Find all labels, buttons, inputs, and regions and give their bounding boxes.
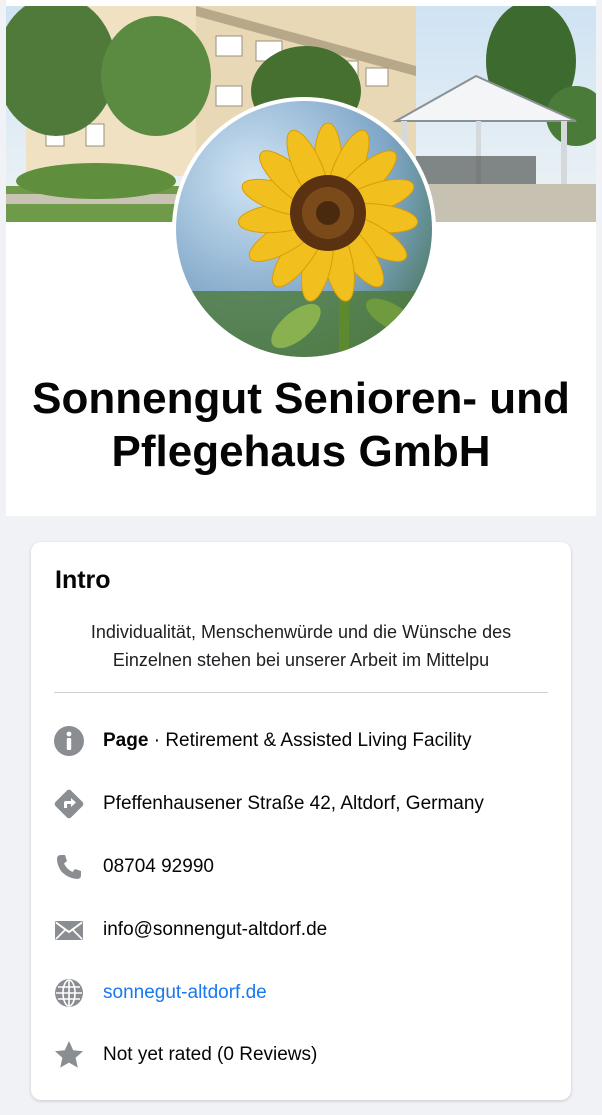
intro-item-phone[interactable]: 08704 92990	[53, 847, 553, 887]
envelope-icon	[53, 914, 85, 946]
phone-text: 08704 92990	[103, 856, 214, 877]
profile-picture[interactable]	[176, 101, 432, 357]
globe-icon	[53, 977, 85, 1009]
intro-item-email[interactable]: info@sonnengut-altdorf.de	[53, 910, 553, 950]
intro-bio: Individualität, Menschenwürde und die Wü…	[90, 622, 512, 670]
phone-icon	[53, 851, 85, 883]
intro-item-rating: Not yet rated (0 Reviews)	[53, 1035, 553, 1075]
email-text: info@sonnengut-altdorf.de	[103, 919, 328, 940]
category-label: Page	[103, 730, 149, 751]
profile-picture-frame	[172, 97, 436, 361]
website-link[interactable]: sonnegut-altdorf.de	[103, 982, 267, 1004]
category-value: Retirement & Assisted Living Facility	[165, 730, 472, 751]
address-text: Pfeffenhausener Straße 42, Altdorf, Germ…	[103, 793, 484, 814]
page-title: Sonnengut Senioren- und Pflegehaus GmbH	[32, 374, 570, 476]
intro-card: Intro Individualität, Menschenwürde und …	[31, 542, 571, 1100]
star-icon	[53, 1039, 85, 1071]
directions-icon	[53, 788, 85, 820]
info-icon	[53, 725, 85, 757]
divider	[54, 692, 548, 693]
intro-heading: Intro	[55, 566, 111, 594]
rating-text: Not yet rated (0 Reviews)	[103, 1044, 318, 1065]
intro-item-category: Page · Retirement & Assisted Living Faci…	[53, 721, 553, 761]
intro-item-website[interactable]: sonnegut-altdorf.de	[53, 973, 553, 1013]
category-separator: ·	[148, 730, 166, 751]
intro-item-address[interactable]: Pfeffenhausener Straße 42, Altdorf, Germ…	[53, 784, 553, 824]
profile-header: Sonnengut Senioren- und Pflegehaus GmbH	[6, 0, 596, 516]
